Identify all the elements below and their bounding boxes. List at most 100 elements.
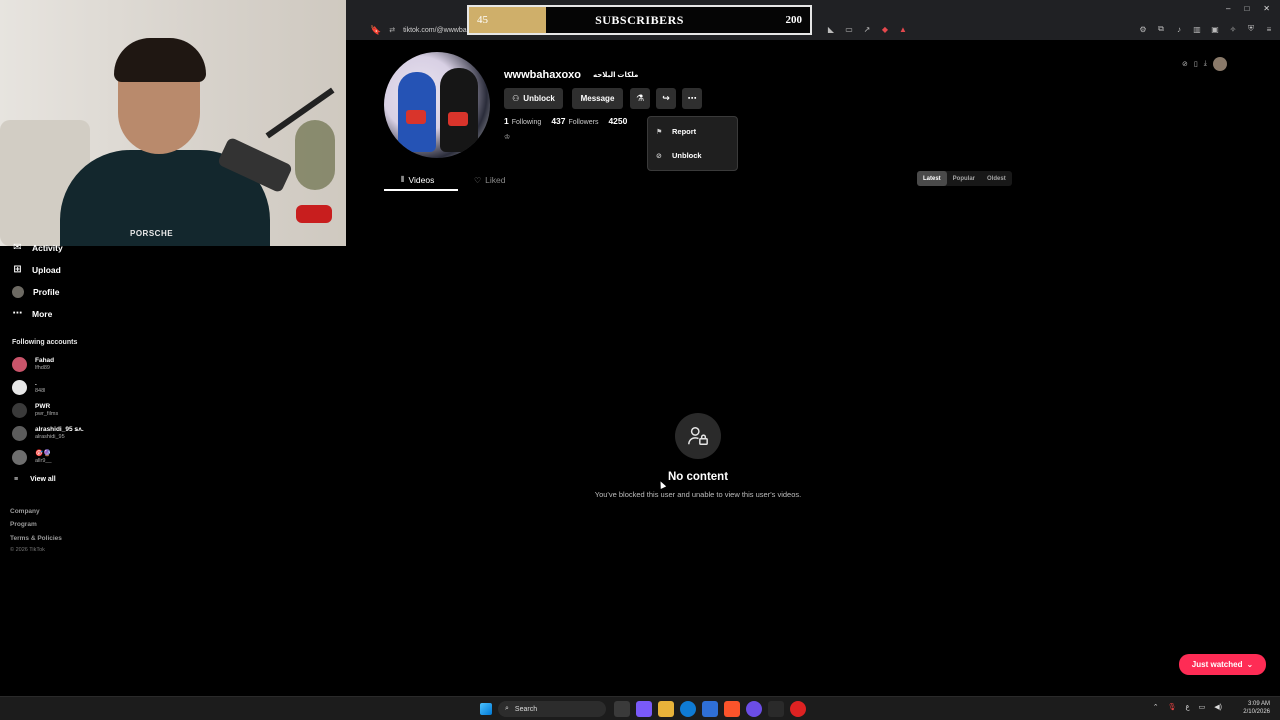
mic-icon[interactable]: 🎙 [1168,703,1177,711]
active-tab-indicator [384,189,458,191]
profile-avatar-large[interactable] [384,52,490,158]
profile-username: wwwbahaxoxo [504,69,582,81]
language-indicator[interactable]: ع [1185,703,1189,711]
unblock-button[interactable]: ⚇ Unblock [504,88,563,109]
goal-label: SUBSCRIBERS [595,12,684,27]
sidebar-item-label: Profile [33,287,60,297]
phone-icon[interactable]: ▯ [1194,60,1198,68]
vpn-icon[interactable]: ⛨ [1246,24,1256,34]
chevron-up-icon[interactable]: ⌃ [1153,703,1159,711]
more-icon: ⋯ [12,308,23,319]
sidebar-item-profile[interactable]: Profile [12,286,59,298]
following-account[interactable]: . 848l [12,380,45,395]
window-controls: – □ ✕ [1226,4,1270,13]
footer-link-terms[interactable]: Terms & Policies [10,535,62,542]
wallet-icon[interactable]: ▣ [1210,24,1220,34]
tab-liked[interactable]: ♡ Liked [474,175,506,185]
recording-icon[interactable] [790,701,806,717]
menu-item-unblock[interactable]: ⊘ Unblock [656,151,702,160]
app-icon[interactable] [768,701,784,717]
sort-latest[interactable]: Latest [917,171,947,186]
screenshot-icon[interactable]: ⧉ [1156,24,1166,34]
taskbar-clock[interactable]: 3:09 AM 2/10/2026 [1243,700,1270,716]
taskbar-search[interactable]: ⌕ Search [498,701,606,717]
file-explorer-icon[interactable] [658,701,674,717]
upload-icon: ⊞ [13,264,22,275]
tab-videos[interactable]: ⦀ Videos [401,175,434,185]
store-icon[interactable] [702,701,718,717]
brave-rewards-icon[interactable]: ▲ [898,24,908,34]
maximize-button[interactable]: □ [1244,4,1249,13]
following-account[interactable]: alrashidi_95 ꜱʌ. alrashidi_95 [12,426,84,441]
task-view-icon[interactable] [614,701,630,717]
flag-icon: ⚑ [656,128,663,136]
share-icon[interactable]: ↗ [862,24,872,34]
copyright: © 2026 TikTok [10,547,45,553]
webcam-overlay: PORSCHE [0,0,346,246]
cast-icon[interactable]: ▭ [844,24,854,34]
system-tray: ⌃ 🎙 ع ▭ ◀) [1153,703,1222,711]
double-chevron-down-icon: ⌄ [1246,660,1254,669]
share-profile-button[interactable]: ↪ [656,88,676,109]
avatar [12,426,27,441]
person-icon: ⚇ [512,94,520,103]
download-icon[interactable]: ⤓ [1204,60,1207,68]
profile-nickname: ملكات البلاحه [593,72,639,79]
add-friend-icon: ⚗ [635,93,645,103]
ellipsis-icon: ⋯ [687,93,697,103]
site-settings-icon[interactable]: ⇄ [389,26,395,34]
brave-shield-icon[interactable]: ◆ [880,24,890,34]
more-options-button[interactable]: ⋯ [682,88,702,109]
sort-oldest[interactable]: Oldest [981,171,1012,186]
empty-state-subtitle: You've blocked this user and unable to v… [594,490,802,499]
followers-stat[interactable]: 437 Followers [551,116,598,126]
media-icon[interactable]: ♪ [1174,24,1184,34]
view-all-link[interactable]: ≡ View all [14,476,56,483]
leo-icon[interactable]: ✧ [1228,24,1238,34]
brave-icon[interactable] [724,701,740,717]
menu-item-report[interactable]: ⚑ Report [656,127,696,136]
volume-icon[interactable]: ◀) [1214,703,1222,711]
hoodie-logo-text: PORSCHE [130,229,174,238]
just-watched-button[interactable]: Just watched ⌄ [1179,654,1266,675]
heart-lock-icon: ♡ [474,175,482,185]
follow-suggest-button[interactable]: ⚗ [630,88,650,109]
bookmark-icon[interactable]: 🔖 [370,25,381,36]
sort-popular[interactable]: Popular [947,171,981,186]
footer-link-company[interactable]: Company [10,508,40,515]
copilot-icon[interactable] [636,701,652,717]
share-arrow-icon: ↪ [662,93,670,103]
footer-link-program[interactable]: Program [10,521,37,528]
sidebar-icon[interactable]: ▥ [1192,24,1202,34]
sidebar-item-activity[interactable]: ✉ Activity [12,242,62,253]
extension-toolbar: ⚙ ⧉ ♪ ▥ ▣ ✧ ⛨ ≡ [1138,24,1274,34]
sidebar-item-upload[interactable]: ⊞ Upload [12,264,61,275]
user-lock-icon [675,413,721,459]
address-bar-actions: ◣ ▭ ↗ ◆ ▲ [826,24,908,34]
following-account[interactable]: PWR pwr_films [12,403,58,418]
network-icon[interactable]: ▭ [1199,703,1206,711]
extension-icon[interactable]: ⚙ [1138,24,1148,34]
windows-taskbar: ⌕ Search ⌃ 🎙 ع ▭ ◀) 3:09 AM 2/10/2026 [0,696,1280,720]
goal-target: 200 [785,14,803,26]
minimize-button[interactable]: – [1226,4,1230,13]
message-button[interactable]: Message [572,88,623,109]
user-avatar[interactable] [1212,57,1227,71]
sort-toggle: Latest Popular Oldest [917,171,1012,186]
taskbar-apps [614,701,806,717]
sidebar-item-more[interactable]: ⋯ More [12,308,53,319]
windows-start-icon[interactable] [480,703,492,715]
following-account[interactable]: Fahad lfhd89 [12,357,54,372]
avatar [12,380,27,395]
mute-tab-icon[interactable]: ◣ [826,24,836,34]
grid-icon: ⦀ [401,175,405,184]
list-icon: ≡ [14,476,19,483]
compass-icon[interactable]: ⊘ [1182,60,1188,68]
avatar [12,357,27,372]
following-account[interactable]: 🎯🔮 allr9__ [12,450,52,465]
close-button[interactable]: ✕ [1263,4,1270,13]
edge-icon[interactable] [680,701,696,717]
obs-icon[interactable] [746,701,762,717]
menu-icon[interactable]: ≡ [1264,24,1274,34]
following-stat[interactable]: 1 Following [504,116,541,126]
